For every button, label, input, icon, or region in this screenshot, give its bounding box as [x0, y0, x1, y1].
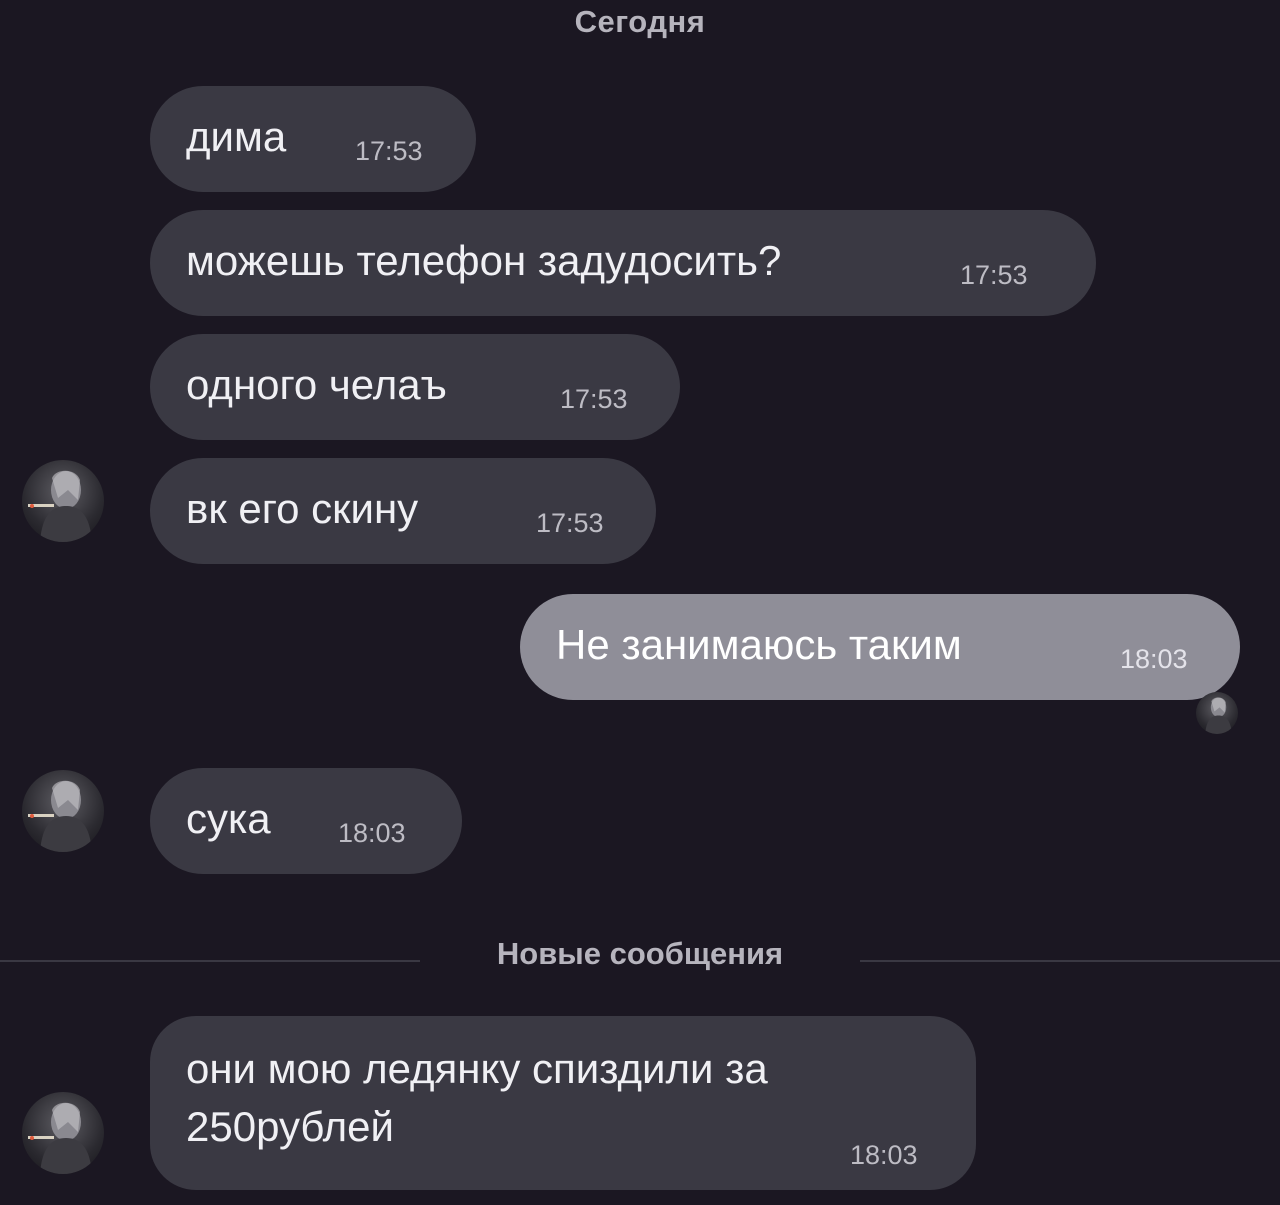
message-bubble-5[interactable]: Не занимаюсь таким 18:03 [520, 594, 1240, 700]
date-separator: Сегодня [574, 4, 706, 39]
avatar-portrait-icon [28, 470, 92, 542]
message-time: 18:03 [1120, 644, 1188, 674]
message-text: дима [186, 113, 287, 160]
message-time: 17:53 [536, 508, 604, 538]
avatar-portrait-icon [28, 1102, 92, 1174]
message-time: 17:53 [355, 136, 423, 166]
message-bubble-7[interactable]: они мою ледянку спиздили за 250рублей 18… [150, 1016, 976, 1190]
message-text: можешь телефон задудосить? [186, 237, 782, 284]
message-time: 17:53 [560, 384, 628, 414]
message-bubble-3[interactable]: одного челаъ 17:53 [150, 334, 680, 440]
sender-avatar[interactable] [22, 1092, 104, 1174]
message-text: одного челаъ [186, 361, 447, 408]
message-time: 17:53 [960, 260, 1028, 290]
message-bubble-6[interactable]: сука 18:03 [150, 768, 462, 874]
chat-history: Сегодня дима 17:53 можешь телефон задудо… [0, 0, 1280, 1205]
sender-avatar[interactable] [22, 460, 104, 542]
new-messages-divider: Новые сообщения [0, 936, 1280, 990]
message-bubble-1[interactable]: дима 17:53 [150, 86, 476, 192]
message-text: вк его скину [186, 485, 419, 532]
message-text: они мою ледянку спиздили за 250рублей [186, 1045, 768, 1150]
sender-avatar[interactable] [22, 770, 104, 852]
message-bubble-2[interactable]: можешь телефон задудосить? 17:53 [150, 210, 1096, 316]
message-text: Не занимаюсь таким [556, 621, 962, 668]
read-receipt-avatar [1196, 692, 1238, 734]
message-text: сука [186, 795, 271, 842]
new-messages-label: Новые сообщения [496, 936, 784, 971]
message-time: 18:03 [338, 818, 406, 848]
message-time: 18:03 [850, 1140, 918, 1170]
message-bubble-4[interactable]: вк его скину 17:53 [150, 458, 656, 564]
avatar-portrait-icon [1205, 697, 1232, 734]
avatar-portrait-icon [28, 780, 92, 852]
